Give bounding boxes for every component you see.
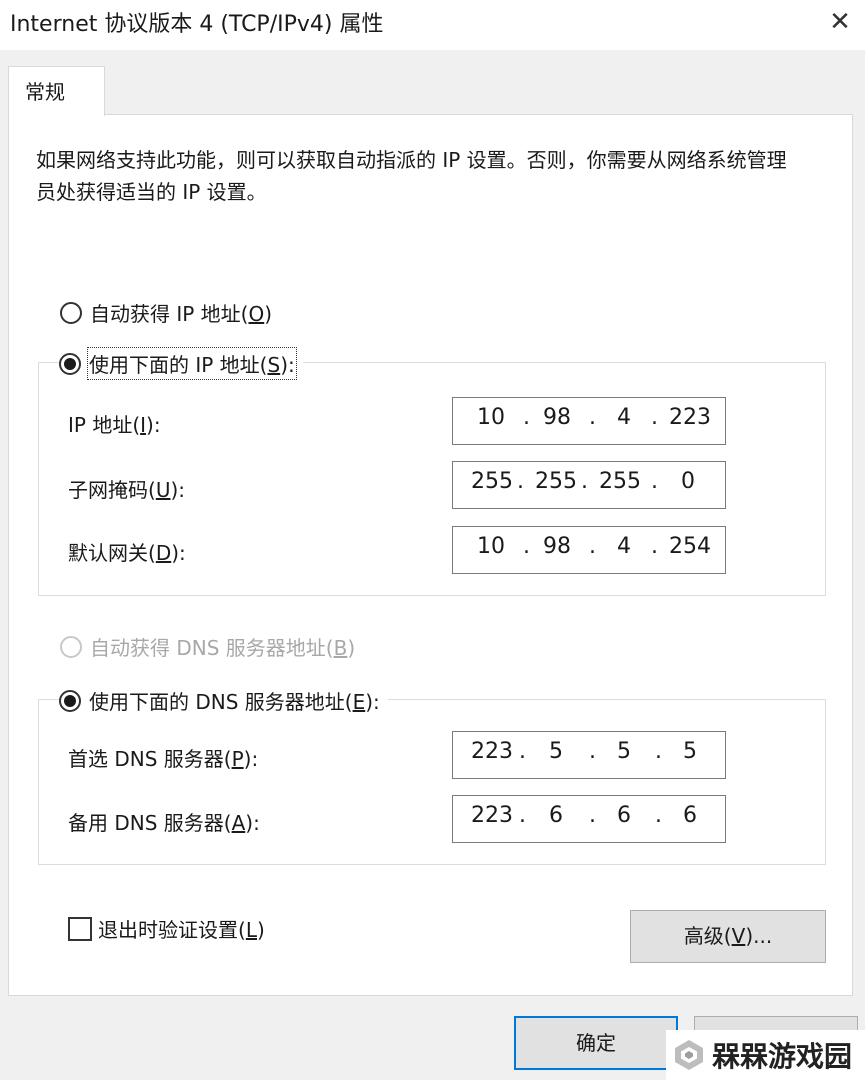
- dns2-octet-1[interactable]: 223: [471, 803, 513, 828]
- watermark-text: 槑槑游戏园: [712, 1040, 853, 1073]
- tab-general-label: 常规: [25, 80, 65, 104]
- ip-address-label: IP 地址(I):: [68, 413, 161, 437]
- default-gateway-field[interactable]: 10 . 98 . 4 . 254: [452, 526, 726, 574]
- manual-ip-label: 使用下面的 IP 地址(S):: [87, 347, 297, 380]
- radio-button-selected-icon: [59, 352, 81, 375]
- alternate-dns-label: 备用 DNS 服务器(A):: [68, 811, 260, 835]
- manual-dns-radio[interactable]: 使用下面的 DNS 服务器地址(E):: [59, 686, 388, 715]
- gateway-octet-2[interactable]: 98: [543, 534, 571, 559]
- advanced-button[interactable]: 高级(V)...: [630, 910, 826, 963]
- dns1-octet-4[interactable]: 5: [683, 739, 697, 764]
- subnet-octet-2[interactable]: 255: [535, 469, 577, 494]
- manual-ip-radio[interactable]: 使用下面的 IP 地址(S):: [59, 347, 303, 380]
- dns1-octet-1[interactable]: 223: [471, 739, 513, 764]
- window-title: Internet 协议版本 4 (TCP/IPv4) 属性: [10, 12, 384, 37]
- tab-general[interactable]: 常规: [8, 66, 105, 116]
- subnet-octet-1[interactable]: 255: [471, 469, 513, 494]
- ip-octet-1[interactable]: 10: [477, 405, 505, 430]
- auto-ip-radio[interactable]: 自动获得 IP 地址(O): [60, 298, 272, 327]
- subnet-mask-label: 子网掩码(U):: [68, 478, 185, 502]
- description-text: 如果网络支持此功能，则可以获取自动指派的 IP 设置。否则，你需要从网络系统管理…: [36, 148, 787, 204]
- validate-on-exit-label: 退出时验证设置(L): [98, 918, 265, 942]
- dns2-octet-3[interactable]: 6: [617, 803, 631, 828]
- title-bar: Internet 协议版本 4 (TCP/IPv4) 属性 ✕: [0, 0, 865, 50]
- auto-dns-label: 自动获得 DNS 服务器地址(B): [90, 636, 356, 660]
- validate-on-exit-checkbox[interactable]: 退出时验证设置(L): [68, 914, 265, 943]
- radio-button-icon: [60, 301, 82, 324]
- radio-button-selected-icon: [59, 689, 81, 712]
- alternate-dns-field[interactable]: 223 . 6 . 6 . 6: [452, 795, 726, 843]
- auto-ip-label: 自动获得 IP 地址(O): [90, 302, 273, 326]
- ok-button[interactable]: 确定: [514, 1016, 678, 1070]
- dns1-octet-2[interactable]: 5: [549, 739, 563, 764]
- dns2-octet-4[interactable]: 6: [683, 803, 697, 828]
- ip-octet-2[interactable]: 98: [543, 405, 571, 430]
- subnet-octet-3[interactable]: 255: [599, 469, 641, 494]
- checkbox-icon: [68, 916, 92, 941]
- watermark: 槑槑游戏园: [666, 1030, 865, 1080]
- manual-dns-label: 使用下面的 DNS 服务器地址(E):: [89, 690, 380, 714]
- close-icon[interactable]: ✕: [818, 2, 862, 42]
- ip-address-field[interactable]: 10 . 98 . 4 . 223: [452, 397, 726, 445]
- auto-dns-radio[interactable]: 自动获得 DNS 服务器地址(B): [60, 632, 355, 661]
- dns1-octet-3[interactable]: 5: [617, 739, 631, 764]
- default-gateway-label: 默认网关(D):: [68, 541, 186, 565]
- preferred-dns-field[interactable]: 223 . 5 . 5 . 5: [452, 731, 726, 779]
- ip-octet-4[interactable]: 223: [669, 405, 711, 430]
- gateway-octet-3[interactable]: 4: [617, 534, 631, 559]
- radio-button-icon: [60, 635, 82, 658]
- dns2-octet-2[interactable]: 6: [549, 803, 563, 828]
- gateway-octet-4[interactable]: 254: [669, 534, 711, 559]
- preferred-dns-label: 首选 DNS 服务器(P):: [68, 747, 259, 771]
- subnet-octet-4[interactable]: 0: [681, 469, 695, 494]
- gateway-octet-1[interactable]: 10: [477, 534, 505, 559]
- ip-octet-3[interactable]: 4: [617, 405, 631, 430]
- subnet-mask-field[interactable]: 255 . 255 . 255 . 0: [452, 461, 726, 509]
- watermark-logo-icon: [675, 1040, 703, 1070]
